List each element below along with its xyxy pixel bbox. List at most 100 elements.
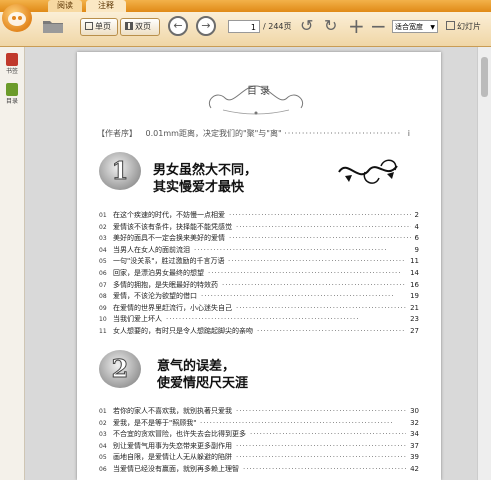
preface-line[interactable]: 【作者序】 0.01mm距离，决定我们的"聚"与"离" ············… bbox=[97, 128, 410, 139]
toc-entry-number: 10 bbox=[99, 316, 107, 324]
toc-entry[interactable]: 02 爱情该不该有条件，抉择能不能凭感觉 ·····················… bbox=[99, 222, 419, 234]
slideshow-button[interactable]: 幻灯片 bbox=[446, 20, 481, 33]
toc-entry[interactable]: 04 别让爱情气用事为失恋带来更多副作用 ·····················… bbox=[99, 441, 419, 453]
toc-entry-number: 01 bbox=[99, 408, 107, 415]
dot-leader: ········································… bbox=[229, 234, 411, 243]
toc-entry[interactable]: 11 女人想要的，有时只是令人想踮起脚尖的亲吻 ··················… bbox=[99, 326, 419, 338]
tab-bar: 阅读 注释 bbox=[0, 0, 491, 12]
scrollbar-thumb[interactable] bbox=[481, 57, 488, 97]
page-number-input[interactable]: 1 bbox=[228, 20, 260, 33]
double-page-icon bbox=[125, 22, 133, 30]
toc-entry-number: 04 bbox=[99, 246, 107, 254]
toc-entry-title: 爱情该不该有条件，抉择能不能凭感觉 bbox=[113, 222, 232, 231]
toc-entry-page: 27 bbox=[410, 326, 419, 335]
swirl-ornament bbox=[338, 159, 398, 184]
single-page-icon bbox=[85, 22, 93, 30]
toc-entry-number: 08 bbox=[99, 293, 107, 301]
toc-entry[interactable]: 06 当爱情已经没有赢面，就别再多赖上理智 ····················… bbox=[99, 464, 419, 476]
app-logo[interactable] bbox=[2, 4, 32, 32]
toc-entry-page: 2 bbox=[414, 211, 419, 219]
toc-entry[interactable]: 08 爱情，不该沦为欲望的借口 ··························… bbox=[99, 291, 419, 303]
open-folder-icon[interactable] bbox=[42, 18, 64, 34]
toc-entry[interactable]: 05 一句"没关系"，胜过激励的千言万语 ·····················… bbox=[99, 256, 419, 268]
toc-entry-number: 05 bbox=[99, 454, 107, 462]
toc-entry-page: 30 bbox=[410, 407, 419, 415]
dot-leader: ········································… bbox=[236, 303, 406, 312]
toc-entry-page: 14 bbox=[410, 268, 419, 277]
toc-entry[interactable]: 04 当男人在女人的面前流泪 ···························… bbox=[99, 245, 419, 257]
toc-entry-title: 别让爱情气用事为失恋带来更多副作用 bbox=[113, 441, 232, 450]
toc-entry[interactable]: 10 当我们爱上坏人 ·······························… bbox=[99, 314, 419, 326]
toc-entry-page: 34 bbox=[410, 430, 419, 439]
dot-leader: ········································… bbox=[201, 292, 395, 301]
bookmark-icon bbox=[6, 53, 18, 66]
toc-entry-page: 16 bbox=[410, 280, 419, 289]
section-1-badge: 1 bbox=[99, 152, 141, 190]
toc-entry[interactable]: 06 回家，是漂泊男女最终的想望 ·························… bbox=[99, 268, 419, 280]
section-2-title: 意气的误差， 使爱情咫尺天涯 bbox=[157, 359, 249, 391]
toc-entry-number: 03 bbox=[99, 235, 107, 243]
toc-entry[interactable]: 03 不合宜的贪欢冒险，也许失去会比得到更多 ···················… bbox=[99, 429, 419, 441]
toc-entry-number: 02 bbox=[99, 223, 107, 231]
rotate-left-icon[interactable]: ↺ bbox=[300, 17, 313, 35]
dot-leader: ········································… bbox=[236, 441, 406, 450]
slideshow-icon bbox=[446, 21, 455, 30]
chevron-down-icon: ▼ bbox=[430, 24, 435, 31]
sidebar-item-bookmarks[interactable]: 书签 bbox=[2, 53, 22, 75]
zoom-in-icon[interactable]: + bbox=[348, 16, 365, 36]
toc-entry-page: 6 bbox=[414, 234, 419, 243]
toc-entry-title: 当我们爱上坏人 bbox=[113, 315, 162, 324]
dot-leader: ········································… bbox=[236, 453, 406, 462]
total-pages: / 244页 bbox=[263, 22, 292, 31]
section-2-badge: 2 bbox=[99, 350, 141, 388]
toc-entry-page: 21 bbox=[410, 303, 419, 312]
toc-entry-number: 07 bbox=[99, 281, 107, 289]
dot-leader: ········································… bbox=[236, 222, 411, 231]
toc-entry-number: 03 bbox=[99, 431, 107, 439]
rotate-right-icon[interactable]: ↻ bbox=[324, 17, 337, 35]
dot-leader: ········································… bbox=[228, 257, 406, 266]
dot-leader: ········································… bbox=[257, 326, 406, 335]
tab-read[interactable]: 阅读 bbox=[48, 0, 82, 12]
sidebar-item-toc[interactable]: 目录 bbox=[2, 83, 22, 105]
toc-heading: 目录 bbox=[247, 86, 273, 97]
single-page-button[interactable]: 单页 bbox=[80, 18, 118, 36]
zoom-out-icon[interactable]: − bbox=[370, 16, 387, 36]
toc-entry-number: 11 bbox=[99, 327, 107, 335]
toc-entry[interactable]: 02 爱我，是不是等于"照顾我" ·························… bbox=[99, 418, 419, 430]
toc-entry[interactable]: 09 在爱情的世界里赶流行，小心迷失自己 ·····················… bbox=[99, 303, 419, 315]
toc-entry[interactable]: 01 若你的家人不喜欢我，就别执著只爱我 ·····················… bbox=[99, 406, 419, 418]
vertical-scrollbar[interactable] bbox=[477, 47, 491, 480]
next-page-button[interactable]: → bbox=[196, 16, 216, 36]
toc-entry-number: 02 bbox=[99, 419, 107, 427]
toc-entry-title: 在这个疾速的时代，不妨慢一点相爱 bbox=[113, 211, 225, 219]
dot-leader: ································· bbox=[284, 129, 402, 138]
dot-leader: ········································… bbox=[222, 280, 406, 289]
dot-leader: ········································… bbox=[200, 418, 394, 427]
toc-entry-number: 05 bbox=[99, 258, 107, 266]
toc-entry-title: 在爱情的世界里赶流行，小心迷失自己 bbox=[113, 303, 232, 312]
toc-entry-page: 32 bbox=[410, 418, 419, 427]
toc-entry-title: 若你的家人不喜欢我，就别执著只爱我 bbox=[113, 407, 232, 415]
toc-entry[interactable]: 01 在这个疾速的时代，不妨慢一点相爱 ······················… bbox=[99, 210, 419, 222]
toc-entry-page: 23 bbox=[410, 315, 419, 324]
toc-entry-number: 04 bbox=[99, 442, 107, 450]
toc-entry-title: 美好的面具不一定会换来美好的爱情 bbox=[113, 234, 225, 243]
toc-entry-title: 回家，是漂泊男女最终的想望 bbox=[113, 268, 204, 277]
toc-entry-title: 爱情，不该沦为欲望的借口 bbox=[113, 292, 197, 301]
double-page-button[interactable]: 双页 bbox=[120, 18, 160, 36]
document-page: 目录 【作者序】 0.01mm距离，决定我们的"聚"与"离" ·········… bbox=[77, 52, 441, 480]
toc-entry-page: 11 bbox=[410, 257, 419, 266]
zoom-select[interactable]: 适合宽度 ▼ bbox=[392, 20, 438, 33]
toc-entry[interactable]: 03 美好的面具不一定会换来美好的爱情 ······················… bbox=[99, 233, 419, 245]
toc-entry[interactable]: 07 多情的拥抱，是失眠最好的特效药 ·······················… bbox=[99, 280, 419, 292]
toc-entry-page: 37 bbox=[410, 441, 419, 450]
section-1-title: 男女虽然大不同， 其实慢爱才最快 bbox=[153, 163, 258, 195]
toc-entry[interactable]: 05 画地自限，是爱情让人无从躲避的陷阱 ·····················… bbox=[99, 452, 419, 464]
dot-leader: ········································… bbox=[166, 315, 360, 324]
tab-annotate[interactable]: 注释 bbox=[86, 0, 126, 12]
toc-entry-page: 9 bbox=[414, 245, 419, 254]
prev-page-button[interactable]: ← bbox=[168, 16, 188, 36]
toc-entry-number: 01 bbox=[99, 212, 107, 219]
toc-entry-title: 当爱情已经没有赢面，就别再多赖上理智 bbox=[113, 464, 239, 473]
